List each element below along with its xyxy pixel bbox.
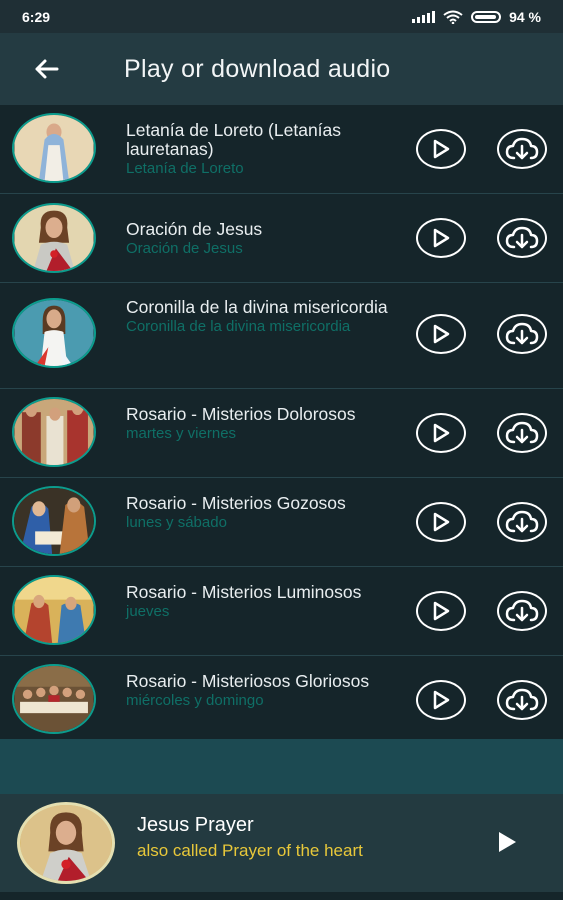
item-subtitle: miércoles y domingo (126, 692, 264, 709)
item-subtitle: jueves (126, 603, 170, 620)
list-item[interactable]: Rosario - Misterios Luminosos jueves (0, 567, 563, 656)
divine-mercy-image (12, 298, 96, 368)
cloud-download-icon (505, 599, 539, 622)
cloud-download-icon (505, 137, 539, 160)
mary-image (12, 113, 96, 183)
play-circle-icon (433, 512, 450, 532)
page-title: Play or download audio (124, 54, 391, 83)
download-button[interactable] (497, 680, 547, 720)
list-item[interactable]: Letanía de Loreto (Letanías lauretanas) … (0, 105, 563, 194)
item-title: Rosario - Misteriosos Gloriosos (126, 671, 370, 691)
list-item[interactable]: Rosario - Misterios Dolorosos martes y v… (0, 389, 563, 478)
play-button[interactable] (416, 502, 466, 542)
item-title: Rosario - Misterios Gozosos (126, 493, 346, 513)
play-icon[interactable] (494, 829, 520, 855)
cloud-download-icon (505, 322, 539, 345)
joyful-mysteries-image (12, 486, 96, 556)
status-time: 6:29 (22, 8, 51, 25)
play-button[interactable] (416, 591, 466, 631)
app-bar: Play or download audio (0, 33, 563, 105)
item-title: Rosario - Misterios Dolorosos (126, 404, 356, 424)
signal-icon (412, 10, 436, 23)
list-item[interactable]: Rosario - Misteriosos Gloriosos miércole… (0, 656, 563, 745)
play-circle-icon (433, 423, 450, 443)
list-item[interactable]: Coronilla de la divina misericordia Coro… (0, 283, 563, 389)
cloud-download-icon (505, 421, 539, 444)
item-title: Rosario - Misterios Luminosos (126, 582, 362, 602)
sorrowful-mysteries-image (12, 397, 96, 467)
play-button[interactable] (416, 314, 466, 354)
item-title: Coronilla de la divina misericordia (126, 297, 388, 317)
arrow-left-icon (35, 59, 59, 79)
wifi-icon (443, 10, 463, 24)
cloud-download-icon (505, 510, 539, 533)
item-subtitle: Coronilla de la divina misericordia (126, 318, 351, 335)
download-button[interactable] (497, 413, 547, 453)
list-item[interactable]: Oración de Jesus Oración de Jesus (0, 194, 563, 283)
status-icons: 94 % (412, 9, 541, 25)
play-circle-icon (433, 139, 450, 159)
battery-icon (471, 10, 502, 23)
list-item[interactable]: Rosario - Misterios Gozosos lunes y sába… (0, 478, 563, 567)
cloud-download-icon (505, 226, 539, 249)
play-button[interactable] (416, 218, 466, 258)
download-button[interactable] (497, 502, 547, 542)
play-button[interactable] (416, 680, 466, 720)
status-bar: 6:29 94 % (0, 0, 563, 33)
item-subtitle: Letanía de Loreto (126, 160, 244, 177)
audio-list: Letanía de Loreto (Letanías lauretanas) … (0, 105, 563, 739)
luminous-mysteries-image (12, 575, 96, 645)
now-playing-title: Jesus Prayer (137, 814, 254, 836)
item-subtitle: Oración de Jesus (126, 240, 243, 257)
battery-level: 94 % (509, 8, 541, 25)
glorious-mysteries-image (12, 664, 96, 734)
play-button[interactable] (416, 129, 466, 169)
download-button[interactable] (497, 218, 547, 258)
play-circle-icon (433, 601, 450, 621)
download-button[interactable] (497, 591, 547, 631)
play-circle-icon (433, 690, 450, 710)
sacred-heart-image (12, 203, 96, 273)
cloud-download-icon (505, 688, 539, 711)
bottom-edge (0, 892, 563, 900)
now-playing-artwork (17, 802, 115, 884)
play-circle-icon (433, 228, 450, 248)
item-subtitle: lunes y sábado (126, 514, 227, 531)
play-circle-icon (433, 324, 450, 344)
item-title: Letanía de Loreto (Letanías lauretanas) (126, 120, 342, 159)
item-subtitle: martes y viernes (126, 425, 237, 442)
back-button[interactable] (26, 49, 66, 89)
now-playing-subtitle: also called Prayer of the heart (137, 841, 363, 860)
download-button[interactable] (497, 129, 547, 169)
item-title: Oración de Jesus (126, 219, 263, 239)
play-button[interactable] (416, 413, 466, 453)
now-playing-bar[interactable]: Jesus Prayer also called Prayer of the h… (0, 794, 563, 892)
download-button[interactable] (497, 314, 547, 354)
